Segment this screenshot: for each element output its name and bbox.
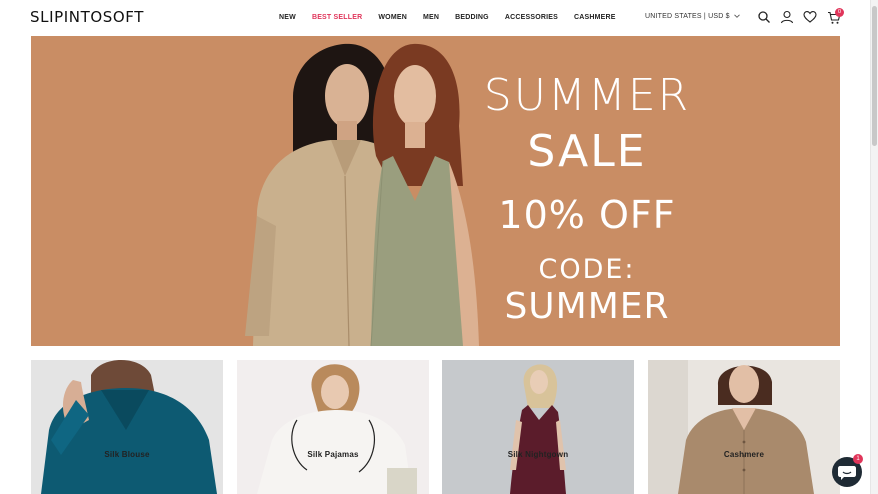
wishlist-icon[interactable] (803, 10, 817, 24)
cashmere-image (648, 360, 814, 494)
logo[interactable]: SLIPINTOSOFT (30, 8, 144, 26)
nav-item-women[interactable]: WOMEN (378, 13, 407, 23)
locale-label: UNITED STATES | USD $ (645, 12, 730, 20)
hero-code-value: SUMMER (504, 286, 670, 327)
cart-count-badge: 0 (835, 8, 844, 17)
nav-item-new[interactable]: NEW (279, 13, 296, 23)
nav-item-men[interactable]: MEN (423, 13, 439, 23)
category-tile-silk-blouse[interactable]: Silk Blouse (31, 360, 223, 494)
search-icon[interactable] (757, 10, 771, 24)
hero-line-1: SUMMER (483, 70, 691, 121)
silk-blouse-image (41, 360, 217, 494)
hero-models-image (245, 43, 479, 346)
hero-code-label: CODE: (538, 254, 636, 285)
silk-pajamas-image (257, 364, 417, 494)
hero-discount: 10% OFF (498, 193, 676, 237)
chat-notification-badge: 1 (853, 454, 863, 464)
category-tile-silk-pajamas[interactable]: Silk Pajamas (237, 360, 429, 494)
category-label: Silk Blouse (104, 450, 150, 459)
main-nav: NEW BEST SELLER WOMEN MEN BEDDING ACCESS… (279, 13, 632, 23)
hero-banner[interactable]: SUMMER SALE 10% OFF CODE: SUMMER (31, 36, 840, 346)
category-tile-silk-nightgown[interactable]: Silk Nightgown (442, 360, 634, 494)
account-icon[interactable] (780, 10, 794, 24)
hero-line-2: SALE (527, 126, 647, 177)
silk-nightgown-image (510, 364, 566, 494)
scrollbar-thumb[interactable] (872, 6, 877, 146)
category-label: Silk Pajamas (307, 450, 359, 459)
locale-selector[interactable]: UNITED STATES | USD $ (645, 12, 741, 20)
nav-item-cashmere[interactable]: CASHMERE (574, 13, 616, 23)
nav-item-accessories[interactable]: ACCESSORIES (505, 13, 558, 23)
nav-item-bedding[interactable]: BEDDING (455, 13, 489, 23)
site-header: SLIPINTOSOFT NEW BEST SELLER WOMEN MEN B… (0, 0, 870, 35)
category-label: Silk Nightgown (507, 450, 569, 459)
category-label: Cashmere (723, 450, 765, 459)
nav-item-best-seller[interactable]: BEST SELLER (312, 13, 362, 23)
chevron-down-icon (733, 14, 740, 18)
category-tile-cashmere[interactable]: Cashmere (648, 360, 840, 494)
